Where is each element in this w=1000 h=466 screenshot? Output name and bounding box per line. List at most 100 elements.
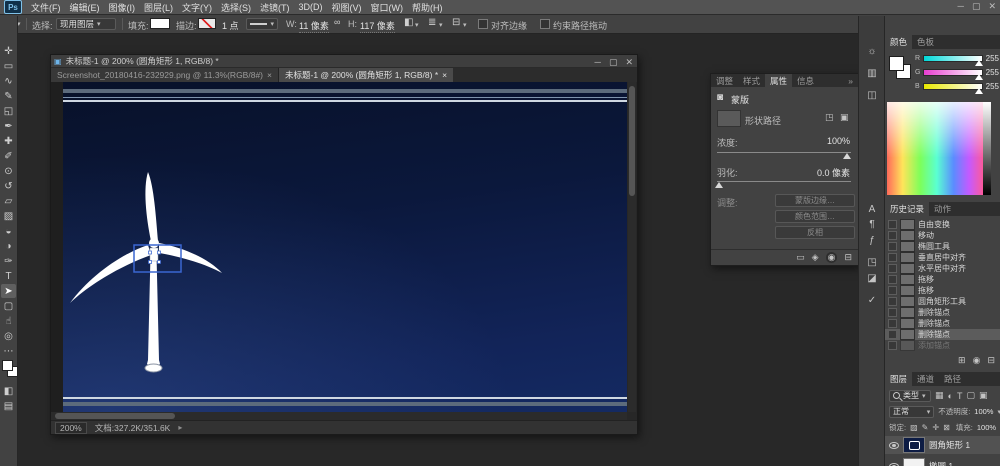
tab-channels[interactable]: 通道 <box>912 372 939 386</box>
screen-mode-button[interactable]: ▤ <box>1 399 16 413</box>
quick-mask-button[interactable]: ◧ <box>1 384 16 398</box>
gradient-tool[interactable]: ▨ <box>1 209 16 223</box>
history-item[interactable]: 拖移 <box>885 285 1000 296</box>
delete-mask-trash-icon[interactable]: ⊟ <box>844 252 852 263</box>
green-slider[interactable] <box>923 69 983 76</box>
zoom-level-field[interactable]: 200% <box>55 422 87 434</box>
tab-info[interactable]: 信息 <box>792 74 819 87</box>
pen-tool[interactable]: ✑ <box>1 254 16 268</box>
color-range-button[interactable]: 颜色范围… <box>775 210 855 223</box>
tab-history[interactable]: 历史记录 <box>885 202 929 216</box>
blend-mode-dropdown[interactable]: 正常 ▾ <box>889 406 934 418</box>
anchor-point[interactable] <box>158 261 161 264</box>
fill-swatch[interactable] <box>150 18 170 29</box>
opacity-value[interactable]: 100% <box>974 407 993 416</box>
tab-adjustments[interactable]: 调整 <box>711 74 738 87</box>
doc-close-button[interactable]: ✕ <box>625 57 633 68</box>
collapse-panel-icon[interactable]: » <box>843 74 858 87</box>
layer-visibility-eye-icon[interactable] <box>889 463 899 466</box>
shape-width-field[interactable]: 11 像素 <box>299 19 329 33</box>
clone-stamp-tool[interactable]: ⊙ <box>1 164 16 178</box>
lock-all-icon[interactable]: ⊠ <box>943 423 950 432</box>
paragraph-icon[interactable]: ¶ <box>864 217 880 231</box>
delete-state-trash-icon[interactable]: ⊟ <box>987 355 995 366</box>
stroke-type-dropdown[interactable]: ▾ <box>246 18 278 30</box>
edit-toolbar-icon[interactable]: ⋯ <box>1 344 16 358</box>
info-icon[interactable]: ◳ <box>864 255 880 269</box>
close-icon[interactable]: × <box>442 70 447 80</box>
history-item[interactable]: 移动 <box>885 230 1000 241</box>
menu-edit[interactable]: 编辑(E) <box>70 1 100 14</box>
close-icon[interactable]: × <box>267 70 272 80</box>
tab-paths[interactable]: 路径 <box>939 372 966 386</box>
history-source-checkbox[interactable] <box>888 253 897 262</box>
history-source-checkbox[interactable] <box>888 264 897 273</box>
tab-actions[interactable]: 动作 <box>929 202 956 216</box>
red-value[interactable]: 255 <box>986 54 999 63</box>
layer-thumbnail[interactable] <box>903 437 925 453</box>
marquee-tool[interactable]: ▭ <box>1 59 16 73</box>
menu-select[interactable]: 选择(S) <box>221 1 251 14</box>
horizontal-scrollbar-thumb[interactable] <box>55 413 175 419</box>
quick-selection-tool[interactable]: ✎ <box>1 89 16 103</box>
rectangle-tool[interactable]: ▢ <box>1 299 16 313</box>
history-source-checkbox[interactable] <box>888 330 897 339</box>
history-item[interactable]: 水平居中对齐 <box>885 263 1000 274</box>
tab-color[interactable]: 颜色 <box>885 35 912 49</box>
new-snapshot-icon[interactable]: ◉ <box>973 355 981 366</box>
eraser-tool[interactable]: ▱ <box>1 194 16 208</box>
lock-position-icon[interactable]: ✛ <box>932 423 939 432</box>
menu-window[interactable]: 窗口(W) <box>371 1 404 14</box>
layer-row[interactable]: 椭圆 1 <box>885 457 1000 466</box>
healing-brush-tool[interactable]: ✚ <box>1 134 16 148</box>
lasso-tool[interactable]: ∿ <box>1 74 16 88</box>
history-item[interactable]: 椭圆工具 <box>885 241 1000 252</box>
layer-visibility-eye-icon[interactable] <box>889 442 899 449</box>
blue-value[interactable]: 255 <box>986 82 999 91</box>
menu-layer[interactable]: 图层(L) <box>144 1 173 14</box>
crop-tool[interactable]: ◱ <box>1 104 16 118</box>
hand-tool[interactable]: ☝ <box>1 314 16 328</box>
app-restore-button[interactable]: ▢ <box>972 1 981 12</box>
shape-height-field[interactable]: 117 像素 <box>360 19 395 33</box>
histogram-icon[interactable]: ▥ <box>864 66 880 80</box>
history-item[interactable]: 删除锚点 <box>885 307 1000 318</box>
history-source-checkbox[interactable] <box>888 231 897 240</box>
feather-value[interactable]: 0.0 像素 <box>817 166 850 179</box>
anchor-point[interactable] <box>149 261 152 264</box>
path-selection-tool[interactable]: ➤ <box>1 284 16 298</box>
menu-filter[interactable]: 滤镜(T) <box>260 1 290 14</box>
add-pixel-mask-icon[interactable]: ◳ <box>825 112 834 123</box>
adjustments-icon[interactable]: ☼ <box>864 44 880 58</box>
move-tool[interactable]: ✛ <box>1 44 16 58</box>
apply-mask-icon[interactable]: ◈ <box>812 252 819 263</box>
tab-screenshot-document[interactable]: Screenshot_20180416-232929.png @ 11.3%(R… <box>51 68 279 82</box>
add-vector-mask-icon[interactable]: ▣ <box>840 112 849 123</box>
density-value[interactable]: 100% <box>827 136 850 146</box>
color-spectrum-ramp[interactable] <box>887 102 991 195</box>
menu-3d[interactable]: 3D(D) <box>299 2 323 12</box>
history-item[interactable]: 圆角矩形工具 <box>885 296 1000 307</box>
zoom-tool[interactable]: ◎ <box>1 329 16 343</box>
tab-layers[interactable]: 图层 <box>885 372 912 386</box>
history-item[interactable]: 拖移 <box>885 274 1000 285</box>
history-source-checkbox[interactable] <box>888 275 897 284</box>
glyphs-icon[interactable]: ƒ <box>864 233 880 247</box>
history-source-checkbox[interactable] <box>888 286 897 295</box>
feather-slider[interactable] <box>717 181 851 182</box>
tab-untitled-document[interactable]: 未标题-1 @ 200% (圆角矩形 1, RGB/8) * × <box>279 68 453 82</box>
layer-row-selected[interactable]: 圆角矩形 1 <box>885 436 1000 454</box>
lock-transparency-icon[interactable]: ▨ <box>910 423 918 432</box>
load-selection-icon[interactable]: ▭ <box>796 252 805 263</box>
document-title-bar[interactable]: ▣ 未标题-1 @ 200% (圆角矩形 1, RGB/8) * ─ ▢ ✕ <box>51 55 637 68</box>
type-filter-icon[interactable]: T <box>957 391 963 401</box>
navigator-icon[interactable]: ◪ <box>864 271 880 285</box>
brush-tool[interactable]: ✐ <box>1 149 16 163</box>
shape-filter-icon[interactable]: ▢ <box>966 390 975 401</box>
green-value[interactable]: 255 <box>986 68 999 77</box>
vertical-scrollbar-thumb[interactable] <box>629 86 635 196</box>
adjustment-filter-icon[interactable]: ◐ <box>948 391 953 401</box>
history-source-checkbox[interactable] <box>888 242 897 251</box>
mask-visibility-eye-icon[interactable]: ◉ <box>826 252 838 263</box>
history-source-checkbox[interactable] <box>888 220 897 229</box>
